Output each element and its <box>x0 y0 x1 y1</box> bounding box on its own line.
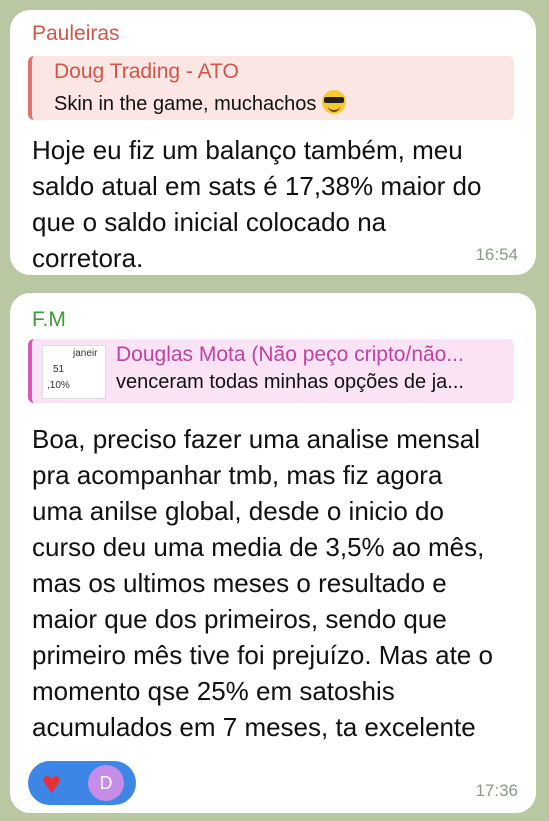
reply-thumbnail: janeir 51 ,10% <box>42 345 106 399</box>
message-bubble[interactable]: F.M janeir 51 ,10% Douglas Mota (Não peç… <box>10 293 536 813</box>
message-line: mas os ultimos meses o resultado e <box>32 568 447 598</box>
thumbnail-text: janeir <box>73 348 98 359</box>
message-line: acumulados em 7 meses, ta excelente <box>32 712 476 742</box>
message-line: Boa, preciso fazer uma analise mensal <box>32 424 481 454</box>
message-line: curso deu uma media de 3,5% ao mês, <box>32 532 485 562</box>
sunglasses-emoji-icon <box>322 90 347 114</box>
message-line: primeiro mês tive foi prejuízo. Mas ate … <box>32 640 493 670</box>
message-line: momento qse 25% em satoshis <box>32 676 395 706</box>
message-line: que o saldo inicial colocado na <box>32 207 387 237</box>
sender-name[interactable]: F.M <box>32 308 66 332</box>
thumbnail-text: 51 <box>53 364 65 375</box>
message-line: pra acompanhar tmb, mas fiz agora <box>32 460 443 490</box>
message-line: Hoje eu fiz um balanço também, meu <box>32 135 463 165</box>
message-line: uma anilse global, desde o inicio do <box>32 496 444 526</box>
message-timestamp: 17:36 <box>475 781 518 800</box>
thumbnail-text: ,10% <box>47 380 70 391</box>
heart-icon: ♥ <box>42 765 61 801</box>
message-text: Hoje eu fiz um balanço também, meu saldo… <box>32 132 518 276</box>
reply-text: Skin in the game, muchachos <box>54 90 347 116</box>
sender-name[interactable]: Pauleiras <box>32 22 120 46</box>
message-bubble[interactable]: Pauleiras Doug Trading - ATO Skin in the… <box>10 10 536 275</box>
avatar[interactable]: D <box>88 765 124 801</box>
reply-author: Doug Trading - ATO <box>54 60 239 83</box>
message-timestamp: 16:54 <box>475 245 518 264</box>
message-line: saldo atual em sats é 17,38% maior do <box>32 171 482 201</box>
reply-author: Douglas Mota (Não peço cripto/não... <box>116 343 464 366</box>
reply-quote[interactable]: Doug Trading - ATO Skin in the game, muc… <box>28 56 514 120</box>
reply-quote[interactable]: janeir 51 ,10% Douglas Mota (Não peço cr… <box>28 339 514 403</box>
reply-text: venceram todas minhas opções de ja... <box>116 371 464 393</box>
message-line: corretora. <box>32 243 144 273</box>
message-line: maior que dos primeiros, sendo que <box>32 604 447 634</box>
reaction-pill[interactable]: ♥ D <box>28 761 136 805</box>
message-text: Boa, preciso fazer uma analise mensal pr… <box>32 421 518 745</box>
reply-text-content: Skin in the game, muchachos <box>54 93 317 115</box>
